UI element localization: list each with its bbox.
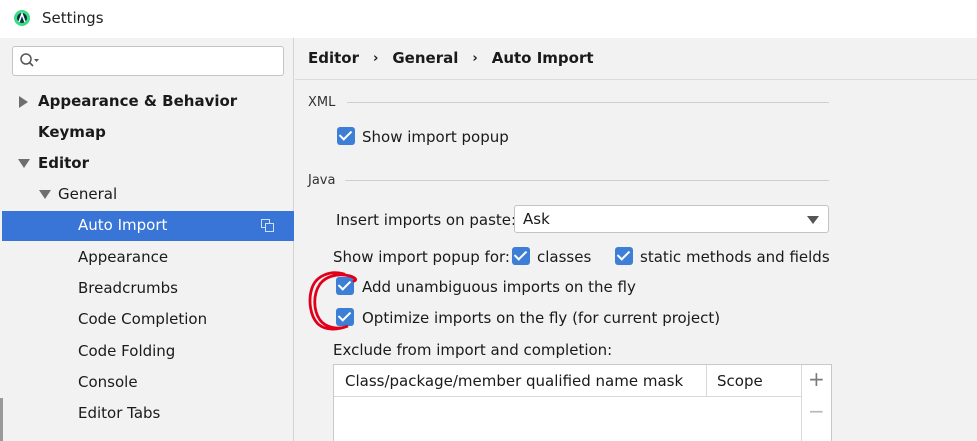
breadcrumb-general[interactable]: General [392, 49, 458, 67]
chevron-right-icon: › [472, 50, 478, 66]
header-divider [295, 79, 977, 80]
sidebar-item-appearance[interactable]: Appearance [0, 243, 294, 273]
sidebar-item-code-folding[interactable]: Code Folding [0, 337, 294, 367]
sidebar-item-auto-import[interactable]: Auto Import [2, 211, 294, 241]
title-bar: Settings [0, 0, 977, 38]
table-header: Class/package/member qualified name mask… [334, 365, 801, 397]
sidebar-item-console[interactable]: Console [0, 368, 294, 398]
static-methods-checkbox[interactable] [615, 247, 633, 265]
column-header-scope[interactable]: Scope [717, 372, 763, 390]
column-header-mask[interactable]: Class/package/member qualified name mask [345, 372, 683, 390]
insert-imports-dropdown[interactable]: Ask [514, 205, 829, 233]
expand-arrow-icon[interactable] [19, 96, 28, 108]
sidebar-item-breadcrumbs[interactable]: Breadcrumbs [0, 274, 294, 304]
annotation-circle [308, 271, 358, 331]
sidebar-item-label: Keymap [38, 123, 106, 141]
sidebar-item-label: Code Folding [78, 342, 176, 360]
sidebar-item-label: Auto Import [78, 216, 168, 234]
classes-checkbox[interactable] [512, 247, 530, 265]
sidebar-item-keymap[interactable]: Keymap [0, 118, 294, 148]
exclude-table[interactable]: Class/package/member qualified name mask… [333, 364, 832, 441]
sidebar-item-label: Appearance [78, 248, 169, 266]
sidebar-item-label: Appearance & Behavior [38, 92, 238, 110]
sidebar-item-editor[interactable]: Editor [0, 149, 294, 179]
insert-imports-label: Insert imports on paste: [336, 211, 517, 229]
search-icon[interactable] [19, 52, 41, 70]
static-methods-label: static methods and fields [640, 248, 830, 266]
add-button[interactable]: + [808, 367, 825, 391]
breadcrumb-editor[interactable]: Editor [308, 49, 359, 67]
exclude-label: Exclude from import and completion: [333, 341, 613, 359]
chevron-down-icon [807, 216, 819, 224]
android-studio-icon [14, 10, 30, 26]
section-title-xml: XML [308, 95, 336, 110]
copy-icon [261, 219, 274, 232]
settings-content: Editor › General › Auto Import XML Show … [295, 38, 977, 441]
breadcrumb: Editor › General › Auto Import [308, 49, 594, 67]
sidebar-scrollbar[interactable] [0, 398, 3, 441]
remove-button[interactable]: − [808, 399, 825, 423]
sidebar-item-label: Breadcrumbs [78, 279, 178, 297]
show-popup-for-label: Show import popup for: [333, 248, 510, 266]
settings-sidebar: Appearance & Behavior Keymap Editor Gene… [0, 38, 294, 441]
collapse-arrow-icon[interactable] [39, 190, 51, 199]
sidebar-item-general[interactable]: General [0, 180, 294, 210]
chevron-right-icon: › [373, 50, 379, 66]
section-title-java: Java [308, 173, 336, 188]
classes-label: classes [537, 248, 592, 266]
breadcrumb-auto-import: Auto Import [491, 49, 594, 67]
optimize-imports-label: Optimize imports on the fly (for current… [362, 309, 721, 327]
section-divider [347, 102, 829, 103]
column-divider[interactable] [706, 365, 707, 397]
search-input[interactable] [12, 46, 284, 76]
sidebar-item-label: Editor Tabs [78, 404, 161, 422]
toolbar-divider [801, 365, 802, 441]
collapse-arrow-icon[interactable] [18, 159, 30, 168]
sidebar-item-label: Code Completion [78, 310, 208, 328]
section-divider [345, 180, 829, 181]
show-import-popup-xml-label: Show import popup [362, 128, 509, 146]
sidebar-item-appearance-behavior[interactable]: Appearance & Behavior [0, 87, 294, 117]
show-import-popup-xml-checkbox[interactable] [337, 127, 355, 145]
sidebar-item-code-completion[interactable]: Code Completion [0, 305, 294, 335]
sidebar-item-label: Console [78, 373, 138, 391]
sidebar-item-label: General [58, 185, 118, 203]
insert-imports-value: Ask [523, 210, 550, 228]
sidebar-item-editor-tabs[interactable]: Editor Tabs [0, 399, 294, 429]
window-title: Settings [42, 9, 104, 27]
add-unambiguous-imports-label: Add unambiguous imports on the fly [362, 278, 636, 296]
sidebar-item-label: Editor [38, 154, 89, 172]
